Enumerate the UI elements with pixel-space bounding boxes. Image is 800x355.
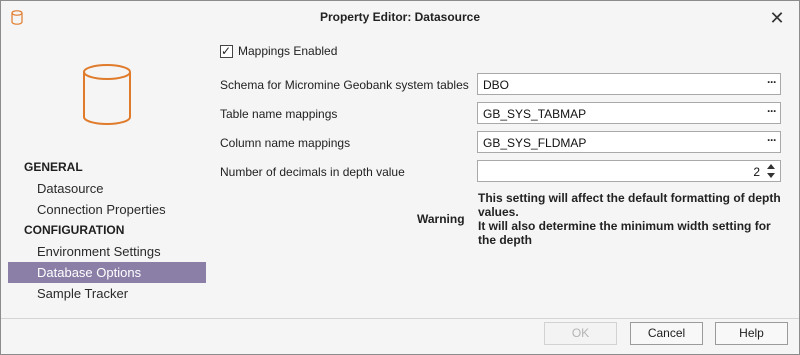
nav-item-environment-settings[interactable]: Environment Settings xyxy=(8,241,206,262)
decimals-value: 2 xyxy=(753,165,760,179)
schema-label: Schema for Micromine Geobank system tabl… xyxy=(220,78,469,92)
close-button[interactable]: ✕ xyxy=(767,8,787,28)
check-icon: ✓ xyxy=(221,43,232,58)
nav-item-connection-properties[interactable]: Connection Properties xyxy=(8,199,206,220)
window-title: Property Editor: Datasource xyxy=(319,10,481,24)
column-mappings-field[interactable]: GB_SYS_FLDMAP ··· xyxy=(477,131,781,153)
database-options-form: ✓ Mappings Enabled Schema for Micromine … xyxy=(211,33,799,318)
nav-item-datasource[interactable]: Datasource xyxy=(8,178,206,199)
table-mappings-browse-button[interactable]: ··· xyxy=(767,104,777,118)
column-mappings-browse-button[interactable]: ··· xyxy=(767,133,777,147)
database-icon xyxy=(83,64,131,125)
left-panel: GENERAL Datasource Connection Properties… xyxy=(1,33,211,318)
close-icon: ✕ xyxy=(769,8,785,28)
title-bar: Property Editor: Datasource ✕ xyxy=(1,1,799,33)
spin-down-icon[interactable] xyxy=(767,173,775,178)
decimals-label: Number of decimals in depth value xyxy=(220,165,405,179)
warning-line-2: It will also determine the minimum width… xyxy=(478,219,771,247)
schema-browse-button[interactable]: ··· xyxy=(767,75,777,89)
spinner-arrows[interactable] xyxy=(767,162,777,180)
warning-label: Warning xyxy=(417,212,465,226)
mappings-enabled-label: Mappings Enabled xyxy=(238,44,338,58)
warning-text: This setting will affect the default for… xyxy=(478,191,788,247)
help-button[interactable]: Help xyxy=(715,322,788,345)
mappings-enabled-row[interactable]: ✓ Mappings Enabled xyxy=(220,44,337,58)
footer-divider xyxy=(1,318,799,319)
decimals-spinner[interactable]: 2 xyxy=(477,160,781,182)
property-editor-window: Property Editor: Datasource ✕ GENERAL Da… xyxy=(0,0,800,355)
ok-button[interactable]: OK xyxy=(544,322,617,345)
nav-item-database-options[interactable]: Database Options xyxy=(8,262,206,283)
mappings-enabled-checkbox[interactable]: ✓ xyxy=(220,43,233,58)
nav-group-general: GENERAL xyxy=(24,160,83,174)
schema-value: DBO xyxy=(483,78,510,92)
warning-line-1: This setting will affect the default for… xyxy=(478,191,781,219)
table-mappings-field[interactable]: GB_SYS_TABMAP ··· xyxy=(477,102,781,124)
nav-group-configuration: CONFIGURATION xyxy=(24,223,125,237)
settings-nav: GENERAL Datasource Connection Properties… xyxy=(8,157,206,304)
table-mappings-label: Table name mappings xyxy=(220,107,338,121)
spin-up-icon[interactable] xyxy=(767,164,775,169)
column-mappings-label: Column name mappings xyxy=(220,136,351,150)
column-mappings-value: GB_SYS_FLDMAP xyxy=(483,136,587,150)
nav-item-sample-tracker[interactable]: Sample Tracker xyxy=(8,283,206,304)
cancel-button[interactable]: Cancel xyxy=(630,322,703,345)
table-mappings-value: GB_SYS_TABMAP xyxy=(483,107,587,121)
schema-field[interactable]: DBO ··· xyxy=(477,73,781,95)
